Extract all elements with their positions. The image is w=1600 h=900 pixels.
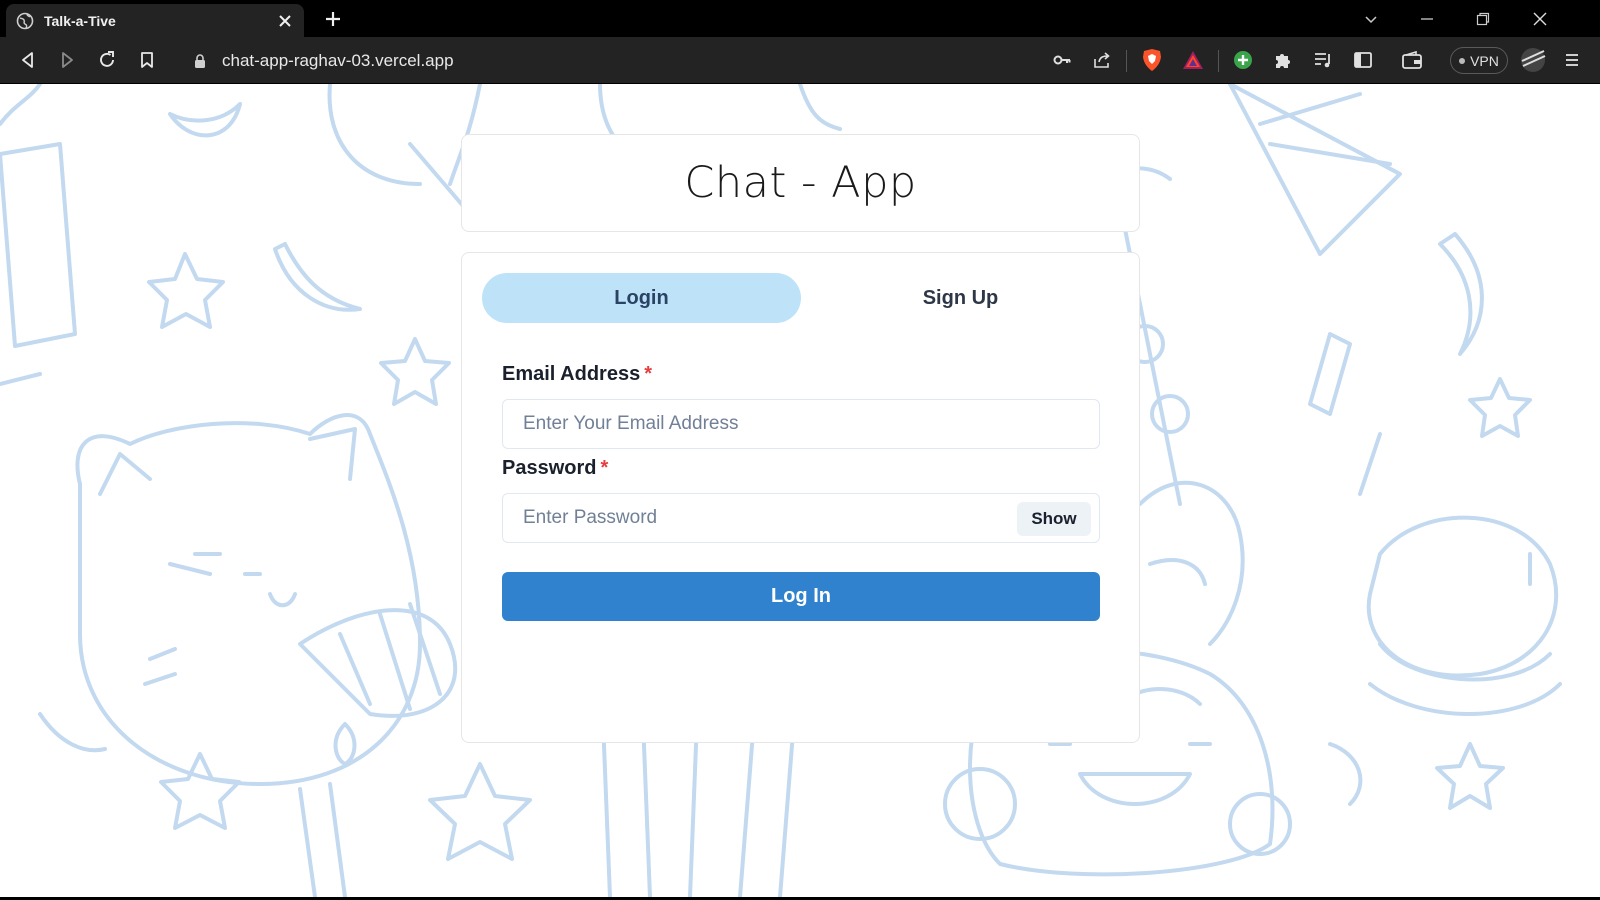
menu-icon[interactable]	[1559, 47, 1585, 73]
back-icon[interactable]	[15, 47, 41, 73]
password-input[interactable]: Enter Password Show	[502, 493, 1100, 543]
forward-icon[interactable]	[54, 47, 80, 73]
auth-tabs: Login Sign Up	[482, 273, 1120, 323]
reload-icon[interactable]	[94, 47, 120, 73]
minimize-icon[interactable]	[1416, 8, 1438, 30]
new-tab-icon[interactable]	[322, 8, 344, 30]
bookmark-icon[interactable]	[134, 47, 160, 73]
tab-sign-up[interactable]: Sign Up	[801, 273, 1120, 323]
log-in-button[interactable]: Log In	[502, 572, 1100, 621]
required-asterisk: *	[644, 363, 652, 385]
restore-icon[interactable]	[1472, 8, 1494, 30]
app-header-card: Chat - App	[461, 134, 1140, 232]
vpn-button[interactable]: VPN	[1450, 47, 1508, 74]
share-icon[interactable]	[1089, 47, 1115, 73]
email-label-text: Email Address	[502, 363, 641, 385]
lock-icon	[192, 53, 208, 69]
password-label: Password *	[502, 457, 608, 480]
profile-avatar-icon[interactable]	[1520, 47, 1546, 73]
browser-toolbar: chat-app-raghav-03.vercel.app VPN	[0, 37, 1600, 84]
globe-icon	[16, 12, 34, 30]
vpn-status-dot	[1459, 57, 1466, 64]
show-password-button[interactable]: Show	[1017, 502, 1091, 536]
required-asterisk: *	[600, 457, 609, 479]
email-input[interactable]: Enter Your Email Address	[502, 399, 1100, 449]
browser-tab[interactable]: Talk-a-Tive	[6, 4, 304, 37]
media-playlist-icon[interactable]	[1310, 47, 1336, 73]
wallet-icon[interactable]	[1399, 47, 1425, 73]
email-placeholder: Enter Your Email Address	[523, 413, 739, 434]
password-placeholder: Enter Password	[523, 507, 658, 528]
extensions-puzzle-icon[interactable]	[1270, 47, 1296, 73]
tab-search-chevron-icon[interactable]	[1360, 8, 1382, 30]
brave-rewards-icon[interactable]	[1180, 47, 1206, 73]
url-text: chat-app-raghav-03.vercel.app	[222, 50, 454, 70]
auth-card: Login Sign Up Email Address * Enter Your …	[461, 252, 1140, 743]
brave-shields-icon[interactable]	[1139, 47, 1165, 73]
password-label-text: Password	[502, 457, 597, 479]
tab-login[interactable]: Login	[482, 273, 801, 323]
vpn-label: VPN	[1470, 52, 1499, 69]
extension-add-icon[interactable]	[1230, 47, 1256, 73]
app-title: Chat - App	[684, 158, 917, 208]
page-viewport: Chat - App Login Sign Up Email Address * …	[0, 84, 1600, 897]
email-label: Email Address *	[502, 363, 652, 386]
key-icon[interactable]	[1049, 47, 1075, 73]
sidebar-toggle-icon[interactable]	[1350, 47, 1376, 73]
tab-title: Talk-a-Tive	[44, 12, 116, 29]
close-window-icon[interactable]	[1529, 8, 1551, 30]
browser-titlebar: Talk-a-Tive	[0, 0, 1600, 37]
close-tab-icon[interactable]	[276, 12, 294, 30]
